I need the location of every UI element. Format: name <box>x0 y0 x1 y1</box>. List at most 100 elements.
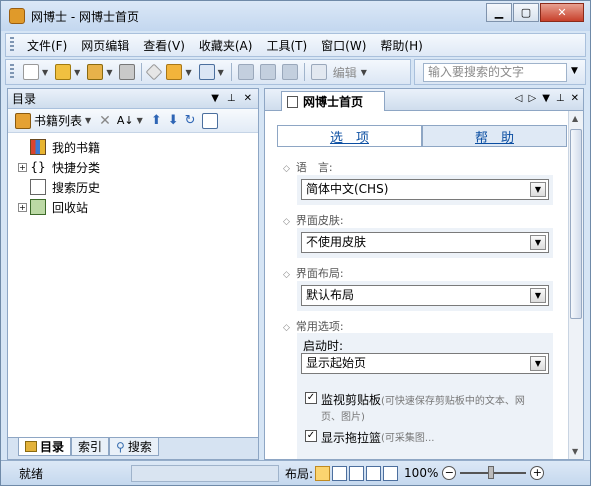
option-drag-basket[interactable]: ✓ 显示拖拉篮 (可采集图... <box>305 429 434 446</box>
monitor-clipboard-checkbox[interactable]: ✓ <box>305 392 317 404</box>
move-up-icon[interactable] <box>237 64 254 80</box>
tab-catalog[interactable]: 目录 <box>18 438 72 456</box>
skin-select[interactable]: 不使用皮肤 ▼ <box>301 232 549 253</box>
pane-dropdown-icon[interactable]: ▼ <box>211 93 219 104</box>
note-dropdown-icon[interactable]: ▼ <box>218 68 224 77</box>
pin-icon[interactable]: ⊥ <box>227 93 236 104</box>
new-file-icon[interactable] <box>23 64 39 80</box>
down-arrow-icon[interactable]: ⬇ <box>168 113 179 128</box>
books-icon[interactable] <box>15 112 31 129</box>
scroll-thumb[interactable] <box>570 129 582 319</box>
layout-section-label: ◇ 界面布局: <box>283 265 344 281</box>
key-icon[interactable] <box>166 64 183 80</box>
zoom-in-button[interactable]: + <box>530 466 545 480</box>
tag-icon[interactable] <box>145 63 163 81</box>
menu-favorites[interactable]: 收藏夹(A) <box>192 37 260 54</box>
save-icon[interactable] <box>281 64 298 80</box>
catalog-tree: 我的书籍 + {} 快捷分类 搜索历史 + 回收站 <box>8 133 258 217</box>
import-icon[interactable] <box>87 64 104 80</box>
expand-icon[interactable]: + <box>18 202 27 212</box>
key-dropdown-icon[interactable]: ▼ <box>185 68 191 77</box>
layout-4-button[interactable] <box>366 465 382 481</box>
chevron-down-icon[interactable]: ▼ <box>530 182 546 197</box>
tree-item-label: 快捷分类 <box>52 160 101 175</box>
tab-close-icon[interactable]: ✕ <box>571 93 579 104</box>
menu-tools[interactable]: 工具(T) <box>259 37 314 54</box>
menu-file[interactable]: 文件(F) <box>20 37 74 54</box>
move-down-icon[interactable] <box>259 64 276 80</box>
menu-page-edit[interactable]: 网页编辑 <box>74 37 136 54</box>
startup-label: 启动时: <box>303 339 344 353</box>
refresh-icon[interactable]: ↻ <box>185 113 196 128</box>
print-icon[interactable] <box>119 64 136 80</box>
new-dropdown-icon[interactable]: ▼ <box>42 68 48 77</box>
tree-item-recycle-bin[interactable]: + 回收站 <box>8 197 258 217</box>
sort-icon[interactable]: A↓ <box>117 114 134 127</box>
tab-pin-icon[interactable]: ⊥ <box>556 93 565 104</box>
option-label: 监视剪贴板 <box>321 393 382 407</box>
search-dropdown-icon[interactable]: ▼ <box>571 66 578 76</box>
up-arrow-icon[interactable]: ⬆ <box>151 113 162 128</box>
language-select[interactable]: 简体中文(CHS) ▼ <box>301 179 549 200</box>
layout-5-button[interactable] <box>383 465 399 481</box>
edit-label[interactable]: 编辑 <box>333 64 357 81</box>
catalog-pane-header: 目录 ▼ ⊥ ✕ <box>8 89 258 109</box>
chevron-down-icon[interactable]: ▼ <box>530 288 546 303</box>
menu-help[interactable]: 帮助(H) <box>373 37 429 54</box>
book-list-dropdown-icon[interactable]: ▼ <box>85 116 91 125</box>
sort-dropdown-icon[interactable]: ▼ <box>137 116 143 125</box>
layout-2-button[interactable] <box>332 465 348 481</box>
chevron-down-icon[interactable]: ▼ <box>530 356 546 371</box>
open-dropdown-icon[interactable]: ▼ <box>74 68 80 77</box>
tab-prev-icon[interactable]: ◁ <box>515 93 523 104</box>
open-folder-icon[interactable] <box>55 64 72 80</box>
menu-window[interactable]: 窗口(W) <box>314 37 373 54</box>
tab-index[interactable]: 索引 <box>71 438 110 456</box>
page-icon <box>287 95 298 108</box>
search-input[interactable]: 输入要搜索的文字 <box>423 63 567 82</box>
chevron-down-icon[interactable]: ▼ <box>530 235 546 250</box>
delete-icon[interactable]: ✕ <box>99 113 111 129</box>
tree-item-my-books[interactable]: 我的书籍 <box>8 137 258 157</box>
doc-tab-home[interactable]: 网博士首页 <box>281 91 385 111</box>
tree-item-search-history[interactable]: 搜索历史 <box>8 177 258 197</box>
minimize-button[interactable]: ▁ <box>486 3 512 22</box>
vertical-scrollbar[interactable]: ▲ ▼ <box>568 111 583 459</box>
tab-search[interactable]: ⚲ 搜索 <box>109 438 159 456</box>
edit-icon[interactable] <box>310 64 327 80</box>
properties-icon[interactable] <box>201 112 218 129</box>
option-monitor-clipboard[interactable]: ✓ 监视剪贴板(可快速保存剪贴板中的文本、网 页、图片) <box>305 391 555 423</box>
tab-next-icon[interactable]: ▷ <box>528 93 536 104</box>
select-value: 显示起始页 <box>306 356 367 370</box>
pane-close-icon[interactable]: ✕ <box>244 93 252 104</box>
close-button[interactable]: ✕ <box>540 3 584 22</box>
scroll-down-icon[interactable]: ▼ <box>572 447 578 456</box>
edit-note-icon[interactable] <box>198 64 215 80</box>
layout-1-button[interactable] <box>315 465 331 481</box>
book-list-label[interactable]: 书籍列表 <box>34 112 82 129</box>
menu-grip[interactable] <box>10 37 14 53</box>
search-toolbar: 输入要搜索的文字 ▼ <box>414 59 586 85</box>
tree-item-quick-category[interactable]: + {} 快捷分类 <box>8 157 258 177</box>
maximize-button[interactable]: ▢ <box>513 3 539 22</box>
import-dropdown-icon[interactable]: ▼ <box>106 68 112 77</box>
subtab-help[interactable]: 帮 助 <box>422 125 567 147</box>
toolbar-grip[interactable] <box>10 64 14 80</box>
expand-icon[interactable]: + <box>18 162 27 172</box>
tab-list-icon[interactable]: ▼ <box>542 93 550 104</box>
startup-select[interactable]: 显示起始页 ▼ <box>301 353 549 374</box>
edit-dropdown-icon[interactable]: ▼ <box>361 68 367 77</box>
zoom-slider[interactable] <box>460 466 527 479</box>
zoom-slider-thumb[interactable] <box>488 466 495 479</box>
menu-view[interactable]: 查看(V) <box>136 37 192 54</box>
document-pane: 网博士首页 ◁ ▷ ▼ ⊥ ✕ 选 项 帮 助 ◇ 语 言: 简体中文(CHS) … <box>264 88 584 460</box>
layout-select[interactable]: 默认布局 ▼ <box>301 285 549 306</box>
document-tab-bar: 网博士首页 ◁ ▷ ▼ ⊥ ✕ <box>265 89 583 111</box>
scroll-up-icon[interactable]: ▲ <box>572 114 578 123</box>
layout-3-button[interactable] <box>349 465 365 481</box>
zoom-out-button[interactable]: − <box>442 466 457 480</box>
subtab-options[interactable]: 选 项 <box>277 125 422 147</box>
common-section-label: ◇ 常用选项: <box>283 318 344 334</box>
bookshelf-icon <box>30 139 46 155</box>
drag-basket-checkbox[interactable]: ✓ <box>305 430 317 442</box>
